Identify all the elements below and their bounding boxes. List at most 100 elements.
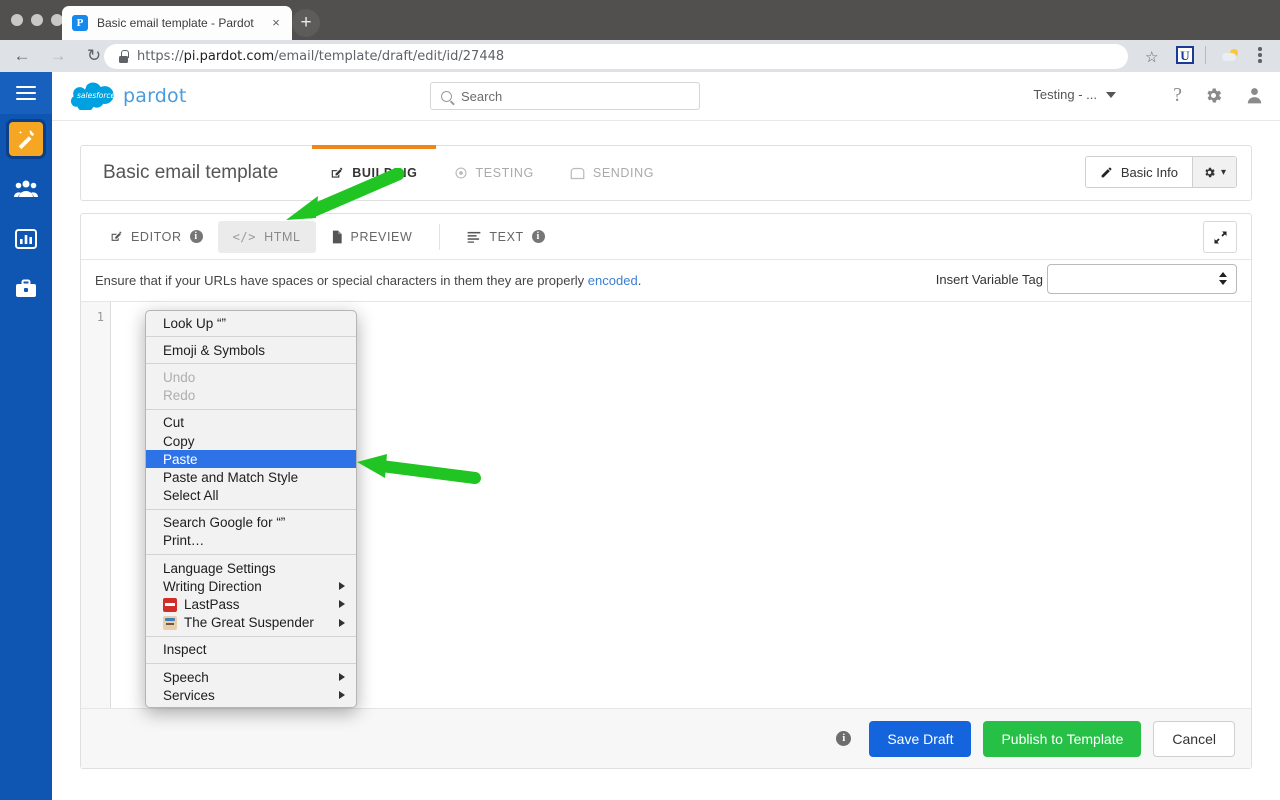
insert-variable-tag-select[interactable] xyxy=(1047,264,1237,294)
new-tab-button[interactable]: + xyxy=(292,9,320,37)
cancel-button[interactable]: Cancel xyxy=(1153,720,1235,757)
menu-separator xyxy=(146,663,356,664)
info-icon[interactable]: i xyxy=(531,230,545,243)
back-icon[interactable]: ← xyxy=(8,42,36,70)
editor-tab-divider xyxy=(439,223,441,250)
forward-icon: → xyxy=(49,46,67,65)
menu-item-emoji-symbols[interactable]: Emoji & Symbols xyxy=(146,341,356,359)
magic-wand-icon xyxy=(18,129,35,150)
menu-separator xyxy=(146,508,356,510)
great-suspender-icon xyxy=(163,615,177,630)
help-icon[interactable]: ? xyxy=(1173,84,1182,106)
tab-editor[interactable]: EDITOR i xyxy=(95,221,218,253)
menu-item-print[interactable]: Print… xyxy=(146,532,356,550)
menu-item-the-great-suspender[interactable]: The Great Suspender xyxy=(146,614,356,632)
chevron-down-icon xyxy=(1106,91,1116,98)
info-icon[interactable]: i xyxy=(836,731,852,746)
menu-item-writing-direction-label: Writing Direction xyxy=(163,578,262,594)
menu-item-writing-direction[interactable]: Writing Direction xyxy=(146,577,356,595)
menu-item-look-up[interactable]: Look Up “” xyxy=(146,314,356,332)
close-tab-icon[interactable]: × xyxy=(268,15,284,31)
url-text: https://pi.pardot.com/email/template/dra… xyxy=(137,49,504,64)
code-icon: </> xyxy=(232,229,257,244)
tab-html-label: HTML xyxy=(264,229,301,244)
menu-item-inspect[interactable]: Inspect xyxy=(146,641,356,659)
sidebar-item-prospects[interactable] xyxy=(0,164,52,214)
expand-icon xyxy=(1214,231,1226,243)
basic-info-button[interactable]: Basic Info xyxy=(1085,157,1192,187)
submenu-arrow-icon xyxy=(339,691,345,700)
app-header: salesforce pardot Search Testing - ... ? xyxy=(52,72,1280,121)
salesforce-wordmark: salesforce xyxy=(77,91,116,100)
tab-testing[interactable]: TESTING xyxy=(436,146,552,200)
menu-separator xyxy=(146,363,356,365)
pardot-favicon: P xyxy=(72,15,88,31)
target-icon xyxy=(454,167,467,179)
lastpass-icon xyxy=(163,597,177,612)
browser-tab[interactable]: P Basic email template - Pardot × xyxy=(62,6,292,40)
lock-icon xyxy=(118,50,129,63)
sidebar-item-reports[interactable] xyxy=(0,214,52,264)
gear-icon[interactable] xyxy=(1204,86,1223,105)
bookmark-star-icon[interactable]: ☆ xyxy=(1145,48,1158,66)
line-number: 1 xyxy=(96,310,104,324)
pardot-logo[interactable]: salesforce pardot xyxy=(70,82,187,110)
account-switcher[interactable]: Testing - ... xyxy=(1033,87,1116,102)
expand-editor-button[interactable] xyxy=(1203,221,1237,253)
document-icon xyxy=(332,230,342,243)
tab-sending-label: SENDING xyxy=(592,166,655,180)
salesforce-cloud-icon: salesforce xyxy=(70,82,116,110)
user-icon[interactable] xyxy=(1245,86,1264,105)
menu-item-paste-and-match-style[interactable]: Paste and Match Style xyxy=(146,468,356,486)
chrome-menu-icon[interactable] xyxy=(1258,47,1262,65)
pencil-square-icon xyxy=(111,231,122,241)
browser-context-menu[interactable]: Look Up “” Emoji & Symbols Undo Redo Cut… xyxy=(145,310,357,709)
insert-variable-tag-group: Insert Variable Tag xyxy=(936,264,1237,294)
tab-editor-label: EDITOR xyxy=(131,229,182,244)
tab-preview-label: PREVIEW xyxy=(350,229,413,244)
bar-chart-icon xyxy=(15,229,37,249)
menu-item-speech[interactable]: Speech xyxy=(146,668,356,686)
editor-footer: i Save Draft Publish to Template Cancel xyxy=(81,708,1251,768)
basic-info-label: Basic Info xyxy=(1120,164,1178,180)
tab-text[interactable]: TEXT i xyxy=(452,221,559,253)
menu-separator xyxy=(146,336,356,338)
people-icon xyxy=(14,180,38,197)
encoded-link[interactable]: encoded xyxy=(588,273,638,288)
settings-dropdown-button[interactable]: ▾ xyxy=(1191,157,1236,187)
sidebar-item-menu[interactable] xyxy=(0,72,52,114)
menu-item-undo: Undo xyxy=(163,369,196,385)
address-bar[interactable]: https://pi.pardot.com/email/template/dra… xyxy=(104,44,1128,69)
page-header-row: Basic email template BUILDING TESTING SE… xyxy=(81,145,1251,200)
extension-u-icon[interactable]: U xyxy=(1176,46,1194,64)
menu-item-copy[interactable]: Copy xyxy=(146,432,356,450)
menu-item-cut[interactable]: Cut xyxy=(146,414,356,432)
search-input[interactable]: Search xyxy=(430,82,700,110)
search-icon xyxy=(441,90,452,102)
weather-extension-icon[interactable] xyxy=(1222,49,1239,62)
close-window-button[interactable] xyxy=(11,14,23,26)
url-scheme: https:// xyxy=(137,49,184,64)
menu-item-search-google[interactable]: Search Google for “” xyxy=(146,514,356,532)
app-sidebar xyxy=(0,72,52,800)
menu-item-paste[interactable]: Paste xyxy=(146,450,356,469)
submenu-arrow-icon xyxy=(339,618,345,627)
sidebar-item-admin[interactable] xyxy=(0,264,52,314)
publish-to-template-button[interactable]: Publish to Template xyxy=(983,720,1142,757)
insert-variable-tag-label: Insert Variable Tag xyxy=(935,271,1043,287)
info-icon[interactable]: i xyxy=(189,230,203,243)
sidebar-item-marketing[interactable] xyxy=(0,114,52,164)
save-draft-button[interactable]: Save Draft xyxy=(869,720,972,757)
minimize-window-button[interactable] xyxy=(31,14,43,26)
menu-item-lastpass[interactable]: LastPass xyxy=(146,595,356,613)
menu-item-services[interactable]: Services xyxy=(146,686,356,704)
cloud-shape xyxy=(1222,53,1236,61)
menu-item-select-all[interactable]: Select All xyxy=(146,487,356,505)
menu-item-services-label: Services xyxy=(163,687,215,703)
menu-item-lastpass-label: LastPass xyxy=(184,597,240,613)
menu-item-language-settings[interactable]: Language Settings xyxy=(146,559,356,577)
text-lines-icon xyxy=(468,231,481,243)
tab-sending[interactable]: SENDING xyxy=(552,146,672,200)
window-controls[interactable] xyxy=(11,14,63,26)
basic-info-button-group: Basic Info ▾ xyxy=(1084,156,1237,188)
